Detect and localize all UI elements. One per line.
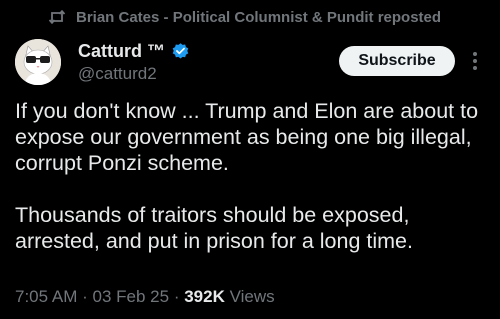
tweet-paragraph-1: If you don't know ... Trump and Elon are… bbox=[15, 99, 479, 175]
tweet-meta: 7:05 AM · 03 Feb 25 · 392K Views bbox=[15, 287, 275, 307]
meta-separator: · bbox=[173, 287, 180, 306]
tweet-time[interactable]: 7:05 AM bbox=[15, 287, 77, 306]
repost-icon bbox=[48, 10, 66, 24]
subscribe-button[interactable]: Subscribe bbox=[339, 46, 455, 76]
author-info[interactable]: Catturd ™ @catturd2 bbox=[78, 40, 190, 84]
repost-text: Brian Cates - Political Columnist & Pund… bbox=[76, 8, 442, 26]
avatar[interactable] bbox=[15, 39, 61, 85]
author-display-name[interactable]: Catturd ™ bbox=[78, 41, 165, 62]
tweet-text: If you don't know ... Trump and Elon are… bbox=[15, 98, 490, 254]
author-handle[interactable]: @catturd2 bbox=[78, 64, 190, 84]
more-vertical-icon[interactable] bbox=[470, 48, 480, 74]
cat-avatar-icon bbox=[15, 39, 61, 85]
meta-separator: · bbox=[82, 287, 88, 306]
verified-badge-icon bbox=[171, 42, 190, 61]
tweet-date[interactable]: 03 Feb 25 bbox=[93, 287, 170, 306]
tweet-paragraph-2: Thousands of traitors should be exposed,… bbox=[15, 203, 413, 253]
repost-header[interactable]: Brian Cates - Political Columnist & Pund… bbox=[48, 6, 441, 28]
views-label: Views bbox=[229, 287, 275, 306]
views-count[interactable]: 392K bbox=[184, 287, 225, 306]
